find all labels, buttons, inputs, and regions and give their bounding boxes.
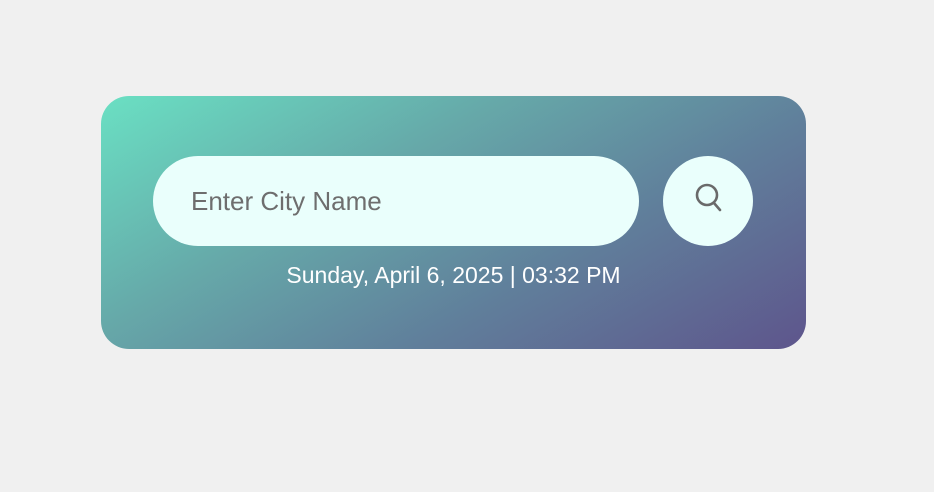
search-icon	[695, 183, 722, 212]
city-search-input[interactable]	[191, 156, 621, 246]
weather-search-card: Sunday, April 6, 2025 | 03:32 PM	[101, 96, 806, 349]
search-field-container[interactable]	[153, 156, 639, 246]
search-button[interactable]	[663, 156, 753, 246]
current-date-time: Sunday, April 6, 2025 | 03:32 PM	[286, 262, 621, 288]
